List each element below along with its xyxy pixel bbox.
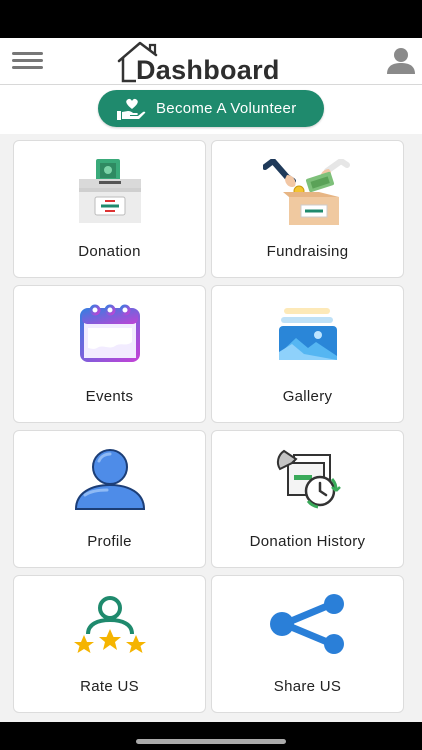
tile-fundraising[interactable]: Fundraising bbox=[211, 140, 404, 278]
top-app-bar: Dashboard bbox=[0, 38, 422, 85]
fundraising-hands-icon bbox=[262, 159, 350, 225]
share-icon bbox=[269, 594, 344, 654]
hand-heart-icon bbox=[117, 98, 146, 120]
tile-label: Share US bbox=[273, 678, 342, 695]
donation-history-clock-icon bbox=[276, 449, 341, 509]
rate-stars-icon bbox=[73, 596, 146, 653]
tile-donation[interactable]: Donation bbox=[13, 140, 206, 278]
hamburger-menu-icon[interactable] bbox=[12, 52, 43, 70]
volunteer-section: Become A Volunteer bbox=[0, 85, 422, 134]
page-title: Dashboard bbox=[136, 55, 280, 85]
user-account-icon[interactable] bbox=[386, 47, 416, 75]
tile-label: Donation bbox=[78, 243, 141, 260]
tile-label: Events bbox=[85, 388, 134, 405]
become-volunteer-label: Become A Volunteer bbox=[156, 100, 297, 117]
tile-label: Donation History bbox=[249, 533, 366, 550]
dashboard-logo: Dashboard bbox=[116, 40, 296, 85]
tile-label: Fundraising bbox=[266, 243, 349, 260]
gallery-image-icon bbox=[278, 308, 337, 360]
profile-person-icon bbox=[74, 449, 145, 510]
become-volunteer-button[interactable]: Become A Volunteer bbox=[98, 90, 324, 127]
tile-label: Profile bbox=[87, 533, 132, 550]
calendar-icon bbox=[79, 304, 140, 362]
dashboard-screen: Dashboard Become A Volunteer Donation Fu… bbox=[0, 38, 422, 722]
tile-donation-history[interactable]: Donation History bbox=[211, 430, 404, 568]
tile-gallery[interactable]: Gallery bbox=[211, 285, 404, 423]
tile-share-us[interactable]: Share US bbox=[211, 575, 404, 713]
tile-profile[interactable]: Profile bbox=[13, 430, 206, 568]
home-indicator[interactable] bbox=[136, 739, 286, 744]
tile-label: Gallery bbox=[282, 388, 333, 405]
donation-box-icon bbox=[78, 159, 141, 223]
tile-rate-us[interactable]: Rate US bbox=[13, 575, 206, 713]
tile-label: Rate US bbox=[80, 678, 139, 695]
tile-events[interactable]: Events bbox=[13, 285, 206, 423]
